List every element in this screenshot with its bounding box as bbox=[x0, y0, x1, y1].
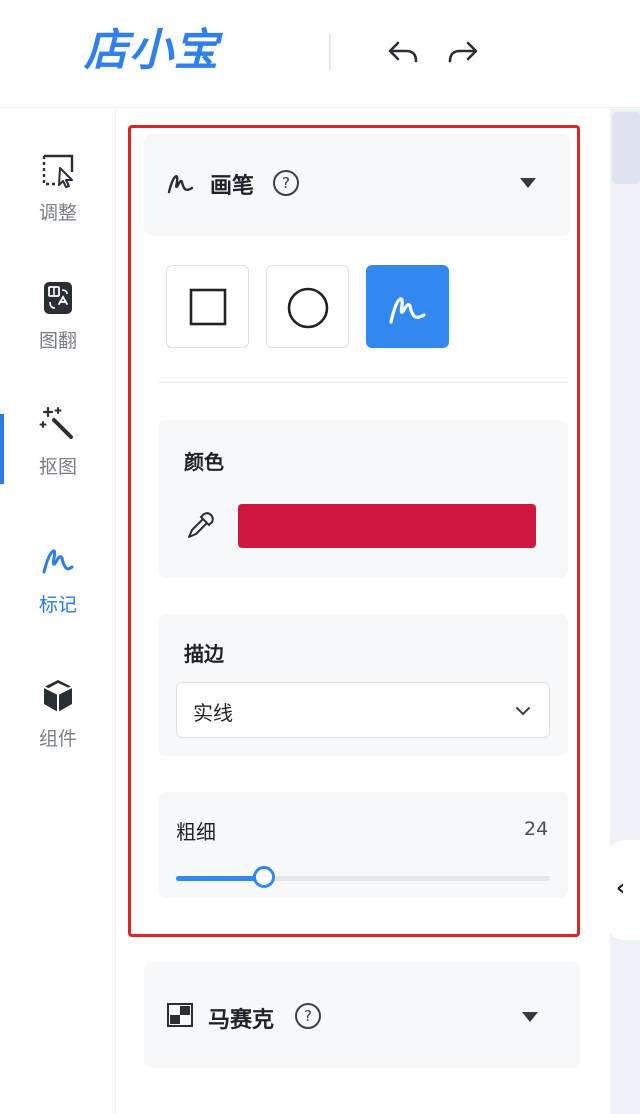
magic-wand-icon bbox=[39, 406, 73, 439]
thickness-slider-thumb[interactable] bbox=[252, 866, 275, 888]
circle-icon bbox=[287, 287, 329, 329]
rectangle-tool-button[interactable] bbox=[166, 265, 249, 348]
adjust-icon bbox=[42, 154, 74, 188]
sidebar-item-cutout[interactable]: 抠图 bbox=[0, 404, 116, 514]
toolbar-divider bbox=[329, 34, 331, 70]
pen-icon bbox=[389, 297, 426, 324]
stroke-label: 描边 bbox=[184, 642, 224, 666]
sidebar-item-label: 图翻 bbox=[38, 330, 77, 352]
undo-icon[interactable] bbox=[386, 36, 420, 68]
freehand-tool-button[interactable] bbox=[366, 265, 449, 348]
square-icon bbox=[189, 288, 227, 326]
cube-icon bbox=[43, 680, 73, 712]
color-box bbox=[158, 420, 568, 578]
sidebar-item-label: 组件 bbox=[38, 728, 77, 750]
sidebar-item-label: 抠图 bbox=[38, 456, 77, 478]
color-label: 颜色 bbox=[184, 450, 224, 474]
color-swatch[interactable] bbox=[238, 504, 536, 548]
mosaic-section-title: 马赛克 bbox=[208, 1008, 275, 1033]
redo-icon[interactable] bbox=[446, 36, 480, 68]
caret-down-icon[interactable] bbox=[520, 178, 536, 188]
pen-icon bbox=[167, 175, 194, 194]
sidebar-item-mark[interactable]: 标记 bbox=[0, 542, 116, 652]
sidebar-item-label: 调整 bbox=[38, 202, 77, 224]
eyedropper-icon[interactable] bbox=[184, 510, 216, 542]
chevron-left-icon: ‹ bbox=[616, 876, 626, 901]
sidebar-item-translate[interactable]: 图翻 bbox=[0, 278, 116, 388]
scrollbar-thumb[interactable] bbox=[612, 112, 640, 184]
caret-down-icon[interactable] bbox=[522, 1012, 538, 1022]
thickness-box bbox=[158, 792, 568, 898]
stroke-style-select[interactable]: 实线 bbox=[176, 682, 550, 738]
sidebar-item-label: 标记 bbox=[38, 594, 77, 616]
scrollbar-track[interactable] bbox=[610, 109, 640, 1114]
help-icon[interactable]: ? bbox=[273, 170, 299, 196]
brush-section-header[interactable] bbox=[144, 134, 570, 236]
thickness-slider-fill bbox=[176, 876, 264, 881]
mosaic-icon bbox=[167, 1003, 193, 1027]
sidebar-item-components[interactable]: 组件 bbox=[0, 676, 116, 786]
thickness-value: 24 bbox=[524, 818, 549, 840]
pen-icon bbox=[42, 549, 74, 574]
stroke-style-value: 实线 bbox=[193, 701, 233, 725]
app-logo: 店小宝 bbox=[84, 25, 219, 76]
sidebar-item-adjust[interactable]: 调整 bbox=[0, 150, 116, 260]
thickness-label: 粗细 bbox=[176, 820, 216, 844]
section-divider bbox=[158, 382, 568, 383]
collapse-panel-button[interactable]: ‹ bbox=[606, 840, 640, 940]
chevron-down-icon bbox=[516, 707, 530, 716]
brush-section-title: 画笔 bbox=[210, 174, 255, 199]
ellipse-tool-button[interactable] bbox=[266, 265, 349, 348]
help-icon[interactable]: ? bbox=[295, 1003, 321, 1029]
translate-icon bbox=[44, 282, 72, 314]
